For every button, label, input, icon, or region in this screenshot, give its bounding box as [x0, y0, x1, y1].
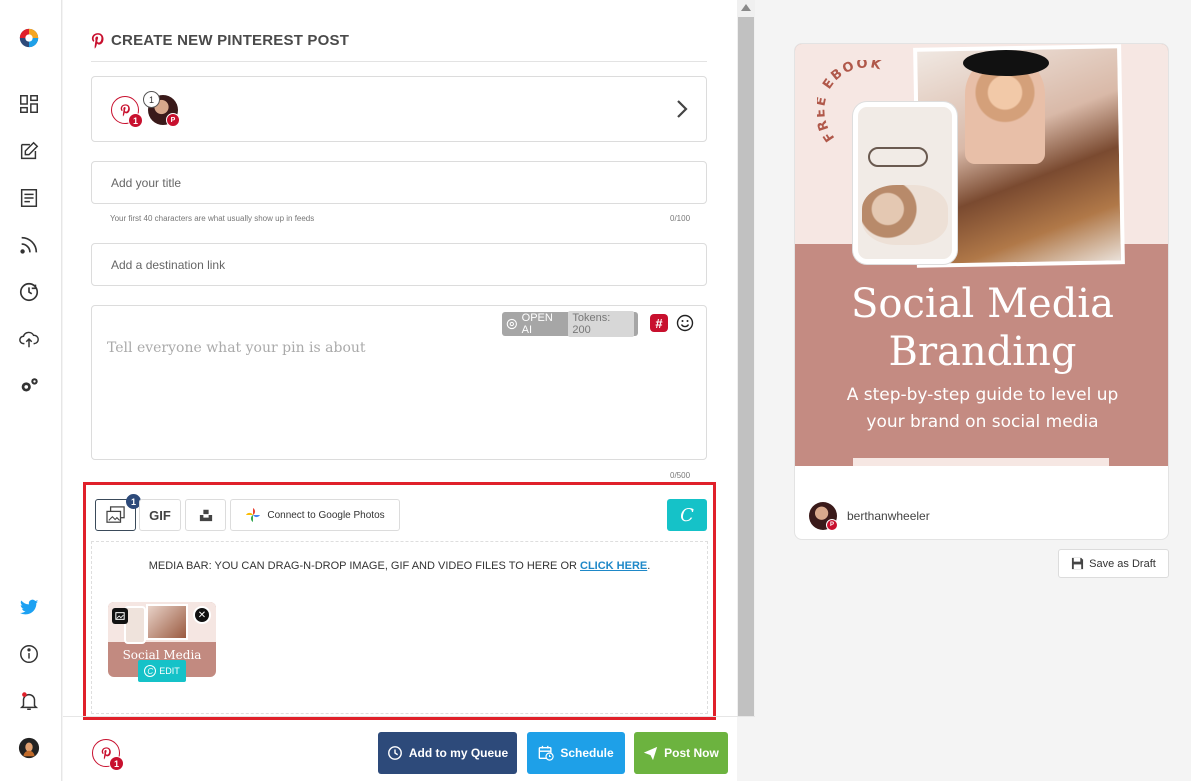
posts-icon[interactable]: [17, 186, 41, 210]
remove-media-close-icon[interactable]: ✕: [193, 606, 211, 624]
queue-icon[interactable]: [17, 280, 41, 304]
unsplash-icon: [199, 509, 212, 522]
gif-button[interactable]: GIF: [139, 499, 181, 531]
selected-count-badge: 1: [143, 91, 160, 108]
pinterest-logo-icon: [91, 32, 104, 49]
google-photos-button[interactable]: Connect to Google Photos: [230, 499, 400, 531]
preview-avatar: P: [809, 502, 838, 531]
user-avatar[interactable]: [17, 736, 41, 760]
pin-subtitle-line1: A step-by-step guide to level up: [846, 385, 1119, 405]
save-as-draft-button[interactable]: Save as Draft: [1058, 549, 1169, 578]
schedule-label: Schedule: [560, 746, 614, 760]
notification-bell-icon[interactable]: [17, 689, 41, 713]
scroll-up-arrow-icon[interactable]: [741, 4, 751, 11]
pin-headline-line1: Social Media: [851, 281, 1114, 327]
openai-button[interactable]: OPEN AI Tokens: 200: [502, 311, 638, 337]
pin-glasses-shape: [868, 147, 928, 167]
canva-small-icon: C: [144, 665, 157, 677]
drop-text: MEDIA BAR: YOU CAN DRAG-N-DROP IMAGE, GI…: [148, 560, 577, 572]
description-counter: 0/500: [670, 471, 691, 480]
description-textarea[interactable]: Tell everyone what your pin is about OPE…: [91, 305, 707, 460]
free-ebook-label: FREE EBOOK: [817, 60, 882, 144]
add-to-queue-label: Add to my Queue: [408, 746, 509, 760]
calendar-clock-icon: [538, 745, 555, 761]
info-icon[interactable]: [17, 642, 41, 666]
compose-icon[interactable]: [17, 139, 41, 163]
destination-link-input[interactable]: Add a destination link: [91, 243, 707, 286]
settings-icon[interactable]: [17, 374, 41, 398]
openai-icon: [506, 318, 517, 330]
click-here-link[interactable]: CLICK HERE: [580, 560, 647, 572]
schedule-button[interactable]: Schedule: [527, 732, 625, 774]
scrollbar-thumb[interactable]: [738, 17, 754, 716]
twitter-icon[interactable]: [17, 595, 41, 619]
preview-user-row: P berthanwheeler: [809, 502, 930, 531]
google-photos-label: Connect to Google Photos: [267, 509, 385, 521]
edit-media-button[interactable]: C EDIT: [138, 660, 186, 682]
canva-button[interactable]: C: [667, 499, 707, 531]
pin-preview-image: FREE EBOOK Social Media Branding A step-…: [795, 44, 1168, 466]
post-editor: CREATE NEW PINTEREST POST 1 1 P Add your…: [63, 0, 737, 781]
footer-pinterest-icon: [101, 746, 111, 759]
drop-text-end: .: [647, 560, 651, 572]
pin-hat-shape: [963, 50, 1049, 76]
google-photos-icon: [246, 508, 261, 522]
canva-icon: C: [680, 504, 694, 526]
emoji-icon[interactable]: [676, 314, 694, 332]
post-now-button[interactable]: Post Now: [634, 732, 728, 774]
drop-instructions: MEDIA BAR: YOU CAN DRAG-N-DROP IMAGE, GI…: [92, 560, 707, 572]
pinterest-count-badge: 1: [128, 113, 143, 128]
media-drop-zone[interactable]: MEDIA BAR: YOU CAN DRAG-N-DROP IMAGE, GI…: [91, 541, 708, 714]
post-now-label: Post Now: [664, 746, 719, 760]
unsplash-button[interactable]: [185, 499, 226, 531]
title-hint: Your first 40 characters are what usuall…: [110, 214, 315, 223]
floppy-disk-icon: [1072, 557, 1084, 570]
preview-username: berthanwheeler: [847, 509, 930, 523]
add-to-queue-button[interactable]: Add to my Queue: [378, 732, 517, 774]
title-divider: [91, 61, 707, 62]
send-icon: [643, 746, 658, 760]
chevron-right-icon[interactable]: [676, 99, 688, 119]
pin-subtitle: A step-by-step guide to level up your br…: [795, 382, 1168, 436]
title-counter: 0/100: [670, 214, 691, 223]
title-input-placeholder: Add your title: [111, 175, 182, 190]
pin-preview-card: FREE EBOOK Social Media Branding A step-…: [794, 43, 1169, 540]
footer-pinterest-count-badge: 1: [109, 756, 124, 771]
cloud-upload-icon[interactable]: [17, 327, 41, 351]
page-title: CREATE NEW PINTEREST POST: [111, 32, 350, 49]
preview-pinterest-mini-icon: P: [826, 519, 838, 531]
description-placeholder: Tell everyone what your pin is about: [107, 340, 366, 356]
pin-headline-line2: Branding: [888, 329, 1077, 375]
queue-clock-icon: [387, 746, 402, 760]
free-ebook-badge: FREE EBOOK: [817, 60, 884, 144]
svg-text:FREE EBOOK: FREE EBOOK: [817, 60, 884, 144]
page-title-row: CREATE NEW PINTEREST POST: [91, 32, 349, 49]
pinterest-icon: [120, 103, 130, 116]
footer-divider: [63, 716, 755, 717]
left-sidebar: [0, 0, 62, 781]
dashboard-icon[interactable]: [17, 92, 41, 116]
save-as-draft-label: Save as Draft: [1089, 557, 1156, 570]
title-input[interactable]: Add your title: [91, 161, 707, 204]
images-icon: [105, 506, 125, 523]
thumbnail-photo: [146, 604, 188, 640]
pin-headline: Social Media Branding: [795, 280, 1168, 376]
gif-label: GIF: [149, 507, 171, 523]
edit-label: EDIT: [159, 666, 180, 676]
account-selector[interactable]: 1 1 P: [91, 76, 707, 142]
app-logo-icon[interactable]: [17, 26, 41, 50]
openai-label: OPEN AI: [521, 312, 553, 336]
rss-icon[interactable]: [17, 233, 41, 257]
pin-flowers-shape: [862, 185, 948, 245]
editor-scrollbar[interactable]: [737, 0, 755, 716]
thumbnail-image-type-icon: [112, 608, 128, 624]
tokens-label: Tokens: 200: [568, 311, 634, 337]
media-section: 1 GIF Connect to Google Photos C MEDIA B…: [83, 482, 716, 720]
pin-bottom-strip: [853, 458, 1109, 466]
pin-subtitle-line2: your brand on social media: [866, 412, 1099, 432]
account-pinterest-mini-icon: P: [166, 113, 180, 127]
hashtag-button[interactable]: #: [650, 314, 668, 332]
destination-link-placeholder: Add a destination link: [111, 257, 226, 272]
